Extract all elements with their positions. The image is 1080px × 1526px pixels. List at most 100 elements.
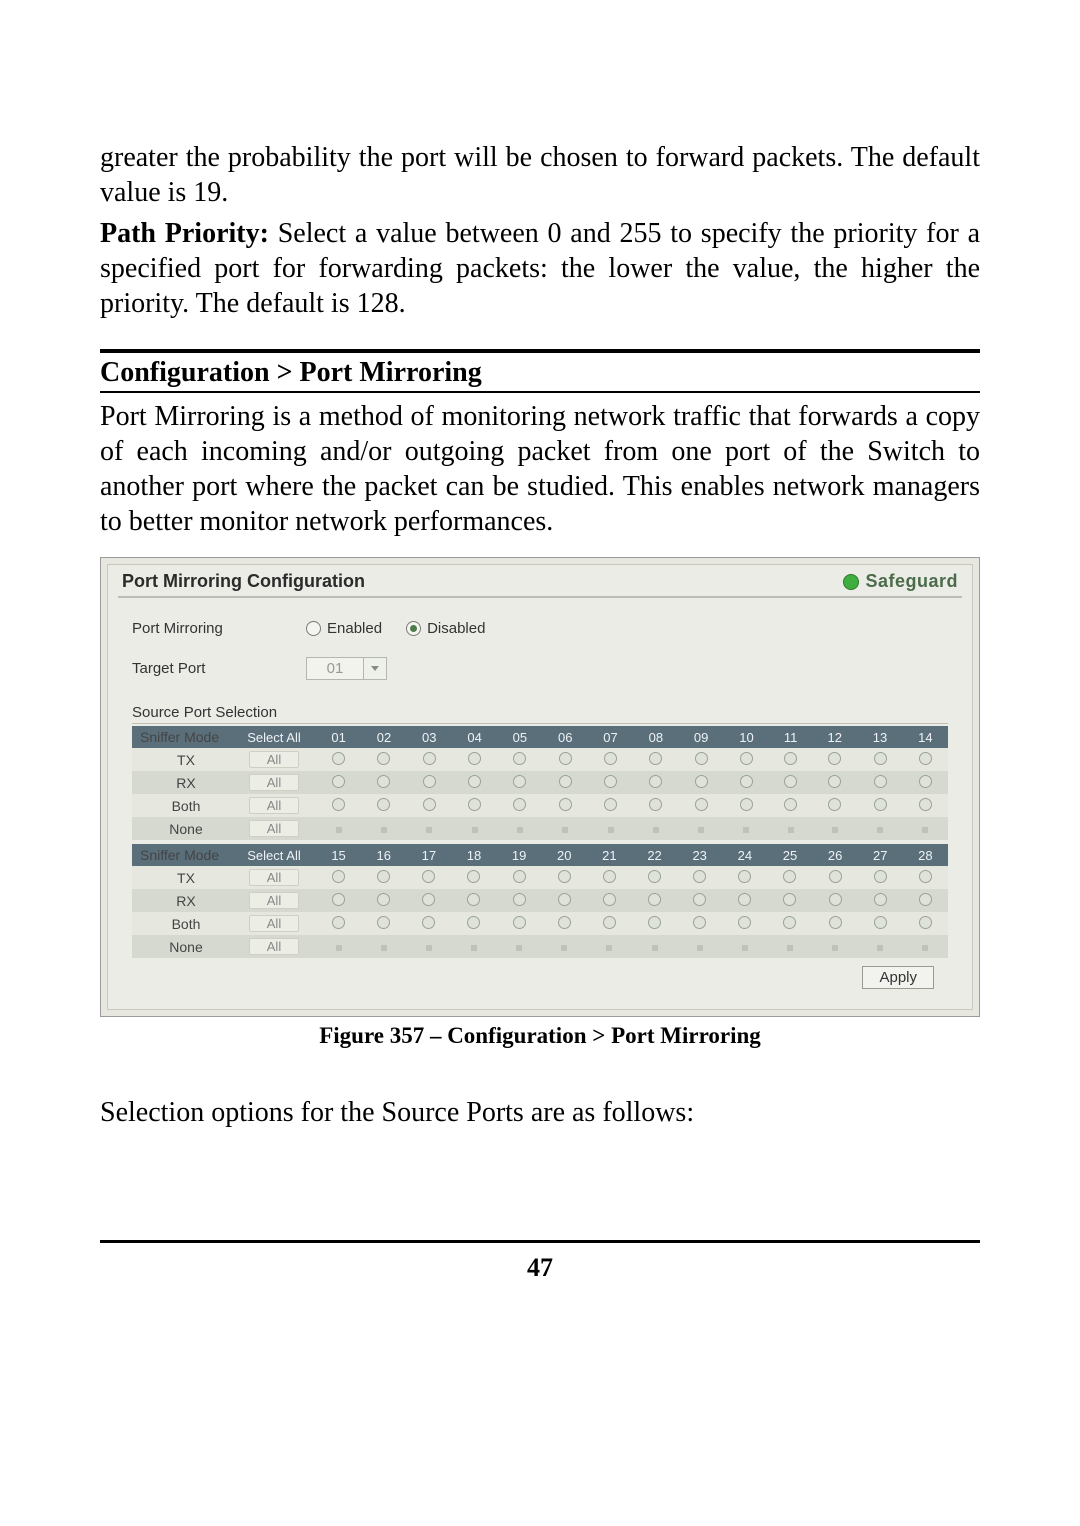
port-radio-cell[interactable] [407,794,452,817]
port-radio-cell[interactable] [588,748,633,771]
port-radio-cell[interactable] [724,748,769,771]
port-radio-cell[interactable] [813,912,858,935]
port-radio-cell[interactable] [316,817,361,840]
select-all-button[interactable]: All [249,915,299,932]
port-radio-cell[interactable] [679,748,724,771]
port-radio-cell[interactable] [497,935,542,958]
port-radio-cell[interactable] [903,889,948,912]
port-radio-cell[interactable] [812,771,857,794]
port-radio-cell[interactable] [722,866,767,889]
select-all-button[interactable]: All [249,774,299,791]
port-radio-cell[interactable] [769,817,812,840]
port-radio-cell[interactable] [722,912,767,935]
port-radio-cell[interactable] [767,889,812,912]
port-radio-cell[interactable] [903,817,948,840]
port-radio-cell[interactable] [677,889,722,912]
port-radio-cell[interactable] [857,794,902,817]
port-radio-cell[interactable] [361,866,406,889]
select-all-button[interactable]: All [249,892,299,909]
port-radio-cell[interactable] [767,866,812,889]
port-radio-cell[interactable] [857,817,902,840]
port-radio-cell[interactable] [769,794,812,817]
port-radio-cell[interactable] [858,935,903,958]
port-radio-cell[interactable] [451,912,496,935]
port-radio-cell[interactable] [812,794,857,817]
select-all-button[interactable]: All [249,820,299,837]
port-radio-cell[interactable] [679,817,724,840]
port-radio-cell[interactable] [679,794,724,817]
port-radio-cell[interactable] [497,889,542,912]
port-radio-cell[interactable] [633,748,678,771]
port-radio-cell[interactable] [406,889,451,912]
disabled-radio-group[interactable]: Disabled [406,620,485,637]
port-radio-cell[interactable] [587,935,632,958]
port-radio-cell[interactable] [497,912,542,935]
apply-button[interactable]: Apply [862,966,934,989]
disabled-radio[interactable] [406,621,421,636]
port-radio-cell[interactable] [451,935,496,958]
port-radio-cell[interactable] [632,912,677,935]
port-radio-cell[interactable] [813,935,858,958]
port-radio-cell[interactable] [406,866,451,889]
port-radio-cell[interactable] [813,866,858,889]
port-radio-cell[interactable] [858,889,903,912]
port-radio-cell[interactable] [361,889,406,912]
port-radio-cell[interactable] [316,935,361,958]
port-radio-cell[interactable] [407,771,452,794]
port-radio-cell[interactable] [769,771,812,794]
port-radio-cell[interactable] [316,748,361,771]
enabled-radio-group[interactable]: Enabled [306,620,382,637]
port-radio-cell[interactable] [588,771,633,794]
port-radio-cell[interactable] [316,912,361,935]
port-radio-cell[interactable] [812,748,857,771]
port-radio-cell[interactable] [677,866,722,889]
port-radio-cell[interactable] [857,748,902,771]
select-all-button[interactable]: All [249,938,299,955]
port-radio-cell[interactable] [587,889,632,912]
port-radio-cell[interactable] [587,912,632,935]
port-radio-cell[interactable] [452,794,497,817]
port-radio-cell[interactable] [542,912,587,935]
port-radio-cell[interactable] [813,889,858,912]
target-port-select[interactable]: 01 [306,657,387,680]
port-radio-cell[interactable] [812,817,857,840]
port-radio-cell[interactable] [767,935,812,958]
port-radio-cell[interactable] [361,935,406,958]
port-radio-cell[interactable] [677,935,722,958]
port-radio-cell[interactable] [633,817,678,840]
port-radio-cell[interactable] [543,748,588,771]
port-radio-cell[interactable] [452,817,497,840]
port-radio-cell[interactable] [542,935,587,958]
port-radio-cell[interactable] [903,866,948,889]
port-radio-cell[interactable] [407,748,452,771]
port-radio-cell[interactable] [316,794,361,817]
port-radio-cell[interactable] [767,912,812,935]
port-radio-cell[interactable] [903,935,948,958]
port-radio-cell[interactable] [722,889,767,912]
port-radio-cell[interactable] [361,771,406,794]
port-radio-cell[interactable] [543,771,588,794]
port-radio-cell[interactable] [451,889,496,912]
port-radio-cell[interactable] [724,817,769,840]
port-radio-cell[interactable] [406,935,451,958]
port-radio-cell[interactable] [588,817,633,840]
port-radio-cell[interactable] [633,794,678,817]
port-radio-cell[interactable] [858,866,903,889]
port-radio-cell[interactable] [722,935,767,958]
port-radio-cell[interactable] [543,794,588,817]
select-all-button[interactable]: All [249,751,299,768]
port-radio-cell[interactable] [724,771,769,794]
select-all-button[interactable]: All [249,797,299,814]
port-radio-cell[interactable] [903,912,948,935]
port-radio-cell[interactable] [632,866,677,889]
port-radio-cell[interactable] [588,794,633,817]
port-radio-cell[interactable] [903,794,948,817]
port-radio-cell[interactable] [451,866,496,889]
port-radio-cell[interactable] [677,912,722,935]
target-port-dropdown-button[interactable] [364,657,387,680]
port-radio-cell[interactable] [543,817,588,840]
port-radio-cell[interactable] [679,771,724,794]
select-all-button[interactable]: All [249,869,299,886]
port-radio-cell[interactable] [633,771,678,794]
port-radio-cell[interactable] [497,817,542,840]
